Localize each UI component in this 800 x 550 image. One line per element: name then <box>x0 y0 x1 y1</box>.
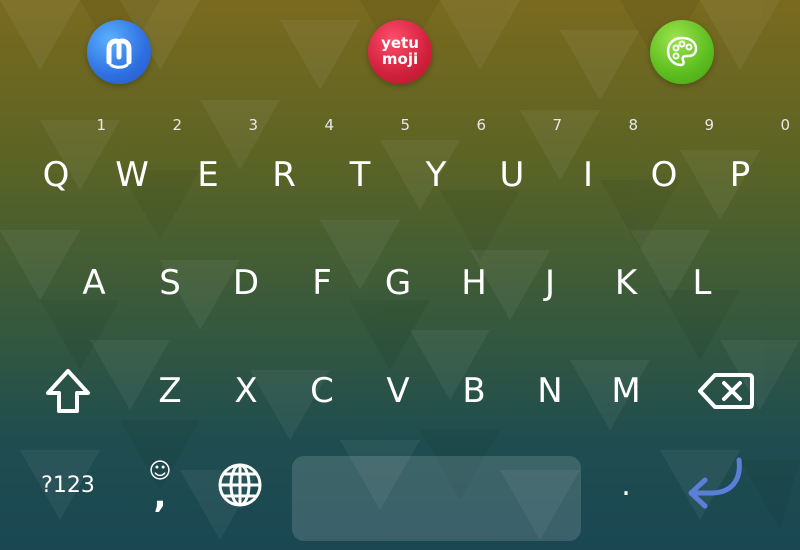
key-h[interactable]: H <box>438 238 510 328</box>
key-label: E <box>197 155 219 195</box>
key-y[interactable]: Y6 <box>400 116 486 220</box>
key-label: I <box>582 155 594 195</box>
shift-arrow-icon <box>46 369 90 413</box>
themes-app-button[interactable] <box>650 20 714 84</box>
language-switch-key[interactable] <box>204 440 276 530</box>
key-label: O <box>650 155 678 195</box>
key-a[interactable]: A <box>58 238 130 328</box>
comma-label: , <box>153 476 167 516</box>
key-label: T <box>349 155 371 195</box>
key-p[interactable]: P0 <box>704 116 790 220</box>
key-label: Q <box>42 155 70 195</box>
key-label: U <box>499 155 525 195</box>
globe-icon <box>218 463 262 507</box>
key-i[interactable]: I8 <box>552 116 638 220</box>
key-q[interactable]: Q1 <box>20 116 106 220</box>
mastodon-logo-icon <box>106 38 132 69</box>
period-key[interactable]: . <box>590 440 662 530</box>
key-label: P <box>729 155 751 195</box>
key-u[interactable]: U7 <box>476 116 562 220</box>
key-z[interactable]: Z <box>134 346 206 436</box>
keyboard: yetu moji Q1 W2 E3 R4 T5 Y6 U7 I8 O9 P0 … <box>0 0 800 550</box>
key-j[interactable]: J <box>514 238 586 328</box>
space-bar[interactable] <box>292 456 581 541</box>
key-t[interactable]: T5 <box>324 116 410 220</box>
key-l[interactable]: L <box>666 238 738 328</box>
key-o[interactable]: O9 <box>628 116 714 220</box>
key-s[interactable]: S <box>134 238 206 328</box>
key-label: R <box>272 155 296 195</box>
backspace-icon <box>698 373 754 409</box>
enter-arrow-icon <box>688 457 742 509</box>
symbols-key[interactable]: ?123 <box>32 440 104 530</box>
key-f[interactable]: F <box>286 238 358 328</box>
key-r[interactable]: R4 <box>248 116 334 220</box>
key-w[interactable]: W2 <box>96 116 182 220</box>
suggestion-bar: yetu moji <box>0 20 800 90</box>
key-b[interactable]: B <box>438 346 510 436</box>
key-label: W <box>115 155 149 195</box>
enter-key[interactable] <box>680 440 752 530</box>
key-label: Y <box>425 155 447 195</box>
key-g[interactable]: G <box>362 238 434 328</box>
key-n[interactable]: N <box>514 346 586 436</box>
key-x[interactable]: X <box>210 346 282 436</box>
backspace-key[interactable] <box>690 346 762 436</box>
palette-icon <box>666 36 698 67</box>
yetu-moji-line2: moji <box>381 50 419 68</box>
key-m[interactable]: M <box>590 346 662 436</box>
key-k[interactable]: K <box>590 238 662 328</box>
mastodon-app-button[interactable] <box>87 20 151 84</box>
yetu-moji-logo: yetu moji <box>381 35 419 68</box>
key-d[interactable]: D <box>210 238 282 328</box>
key-v[interactable]: V <box>362 346 434 436</box>
yetu-moji-app-button[interactable]: yetu moji <box>368 20 432 84</box>
key-e[interactable]: E3 <box>172 116 258 220</box>
emoji-comma-key[interactable]: ☺ , <box>124 440 196 530</box>
shift-key[interactable] <box>32 346 104 436</box>
key-hint: 0 <box>780 116 790 134</box>
key-c[interactable]: C <box>286 346 358 436</box>
